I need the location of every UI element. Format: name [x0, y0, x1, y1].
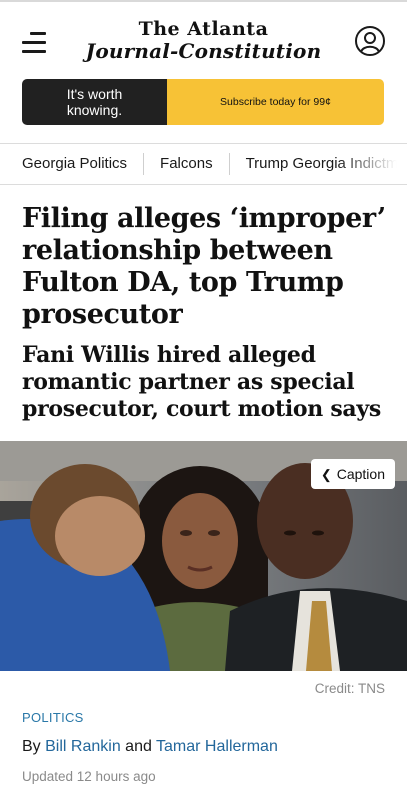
author-link-bill-rankin[interactable]: Bill Rankin — [45, 738, 121, 755]
topic-nav: Georgia Politics Falcons Trump Georgia Ind… — [0, 143, 407, 185]
caption-button[interactable]: ❮ Caption — [310, 459, 395, 489]
byline-prefix: By — [22, 738, 41, 755]
author-link-tamar-hallerman[interactable]: Tamar Hallerman — [156, 738, 278, 755]
article-subhead: Fani Willis hired alleged romantic partn… — [22, 342, 381, 422]
nav-item-falcons[interactable]: Falcons — [160, 144, 213, 184]
photo-credit: Credit: TNS — [314, 681, 385, 696]
logo-line-2: Journal-Constitution — [85, 39, 322, 63]
subscribe-banner[interactable]: It's worth knowing. Subscribe today for … — [22, 79, 384, 125]
byline-and: and — [125, 738, 152, 755]
subscribe-button[interactable]: Subscribe today for 99¢ — [167, 79, 384, 125]
updated-timestamp: Updated 12 hours ago — [22, 769, 156, 784]
nav-divider — [228, 152, 230, 175]
byline: By Bill Rankin and Tamar Hallerman — [22, 738, 278, 756]
caption-label: Caption — [336, 466, 385, 482]
chevron-left-icon: ❮ — [320, 467, 332, 482]
logo-line-1: The Atlanta — [138, 18, 269, 40]
article-headline: Filing alleges ‘improper’ relationship b… — [22, 203, 386, 330]
nav-item-georgia-politics[interactable]: Georgia Politics — [22, 144, 127, 184]
section-link-politics[interactable]: POLITICS — [22, 710, 84, 725]
nav-divider — [143, 152, 145, 175]
user-account-icon[interactable] — [355, 26, 385, 56]
nav-fade — [337, 144, 407, 184]
site-header: The Atlanta Journal-Constitution — [0, 2, 407, 80]
promo-tagline: It's worth knowing. — [22, 79, 167, 125]
site-logo[interactable]: The Atlanta Journal-Constitution — [0, 18, 407, 62]
